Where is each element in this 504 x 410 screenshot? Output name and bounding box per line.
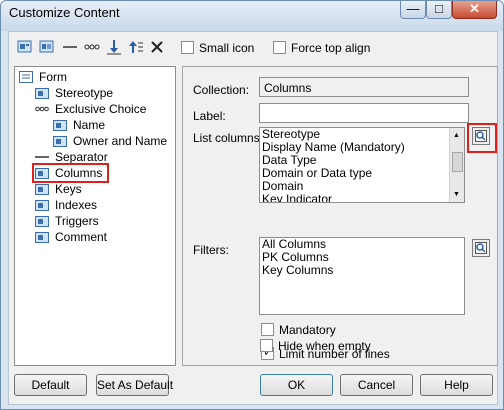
collection-field: Columns [259,77,469,97]
close-button[interactable]: ✕ [452,1,497,19]
maximize-button[interactable]: □ [426,1,452,19]
delete-icon[interactable] [148,38,166,56]
label-label: Label: [193,109,226,123]
scroll-down-icon[interactable]: ▼ [453,191,460,198]
exclusive-choice-icon [35,103,49,115]
small-icon-label: Small icon [199,41,255,55]
folder-icon [35,199,49,211]
highlight-box [32,163,109,183]
minimize-icon: — [406,1,420,16]
window-title: Customize Content [9,5,120,20]
list-columns-listbox[interactable]: Stereotype Display Name (Mandatory) Data… [259,127,465,203]
tree-item-form[interactable]: Form [19,69,169,85]
filters-listbox[interactable]: All Columns PK Columns Key Columns [259,237,465,315]
highlight-box [467,123,497,153]
tree-item-label: Owner and Name [73,134,168,148]
list-columns-label: List columns: [193,131,264,145]
tree-item-comment[interactable]: Comment [35,229,169,245]
filters-properties-button[interactable] [472,239,490,257]
folder-icon [35,183,49,195]
tree-item-label: Indexes [55,198,98,212]
tree-item-label: Name [73,118,106,132]
tree-item-label: Stereotype [55,86,114,100]
form-icon [19,71,33,83]
folder-icon [35,87,49,99]
tree-item-label: Triggers [55,214,99,228]
scroll-thumb[interactable] [452,152,463,172]
properties-panel: Collection: Columns Label: List columns:… [182,66,498,366]
hide-empty-checkbox[interactable] [260,339,273,352]
close-icon: ✕ [469,1,480,16]
hide-empty-label: Hide when empty [278,339,371,353]
properties-icon [475,242,487,254]
tree-item-stereotype[interactable]: Stereotype [35,85,169,101]
label-input[interactable] [259,103,469,123]
separator-icon [35,151,49,163]
force-top-align-label: Force top align [291,41,371,55]
tree-item-exclusive-choice[interactable]: Exclusive Choice [35,101,169,117]
tree-item-name[interactable]: Name [53,117,169,133]
maximize-icon: □ [435,1,443,16]
tree-item-owner-and-name[interactable]: Owner and Name [53,133,169,149]
minimize-button[interactable]: — [400,1,426,19]
add-form-icon[interactable] [16,38,34,56]
tree-item-keys[interactable]: Keys [35,181,169,197]
tree-item-label: Keys [55,182,82,196]
collection-value: Columns [264,81,312,95]
scroll-up-icon[interactable]: ▲ [453,132,460,139]
ok-button[interactable]: OK [260,374,333,396]
force-top-align-checkbox[interactable] [273,41,286,54]
tree-item-label: Form [39,70,67,84]
filters-label: Filters: [193,243,229,257]
move-up-icon[interactable] [126,38,144,56]
collection-label: Collection: [193,83,250,97]
small-icon-checkbox[interactable] [181,41,194,54]
list-columns-scrollbar[interactable]: ▲ ▼ [449,128,464,202]
set-as-default-button[interactable]: Set As Default [96,374,173,396]
cancel-button[interactable]: Cancel [340,374,413,396]
folder-icon [53,119,67,131]
folder-icon [53,135,67,147]
mandatory-label: Mandatory [279,323,336,337]
tree-item-label: Comment [55,230,108,244]
help-button[interactable]: Help [420,374,493,396]
list-item[interactable]: Key Columns [260,264,464,277]
folder-icon [35,215,49,227]
list-item[interactable]: Key Indicator [260,193,464,203]
exclusive-choice-icon[interactable] [83,38,101,56]
folder-icon [35,231,49,243]
title-bar: Customize Content — □ ✕ [1,1,503,31]
mandatory-checkbox[interactable] [261,323,274,336]
move-down-icon[interactable] [105,38,123,56]
separator-line-icon[interactable] [61,38,79,56]
default-button[interactable]: Default [14,374,87,396]
tree-item-label: Exclusive Choice [55,102,147,116]
dialog-window: Customize Content — □ ✕ Small icon Force… [0,0,504,410]
dialog-client: Small icon Force top align Form Stereoty… [8,31,498,405]
form-tree[interactable]: Form Stereotype Exclusive Choice Name Ow… [14,66,176,366]
tree-item-triggers[interactable]: Triggers [35,213,169,229]
tree-item-indexes[interactable]: Indexes [35,197,169,213]
add-form-alt-icon[interactable] [38,38,56,56]
